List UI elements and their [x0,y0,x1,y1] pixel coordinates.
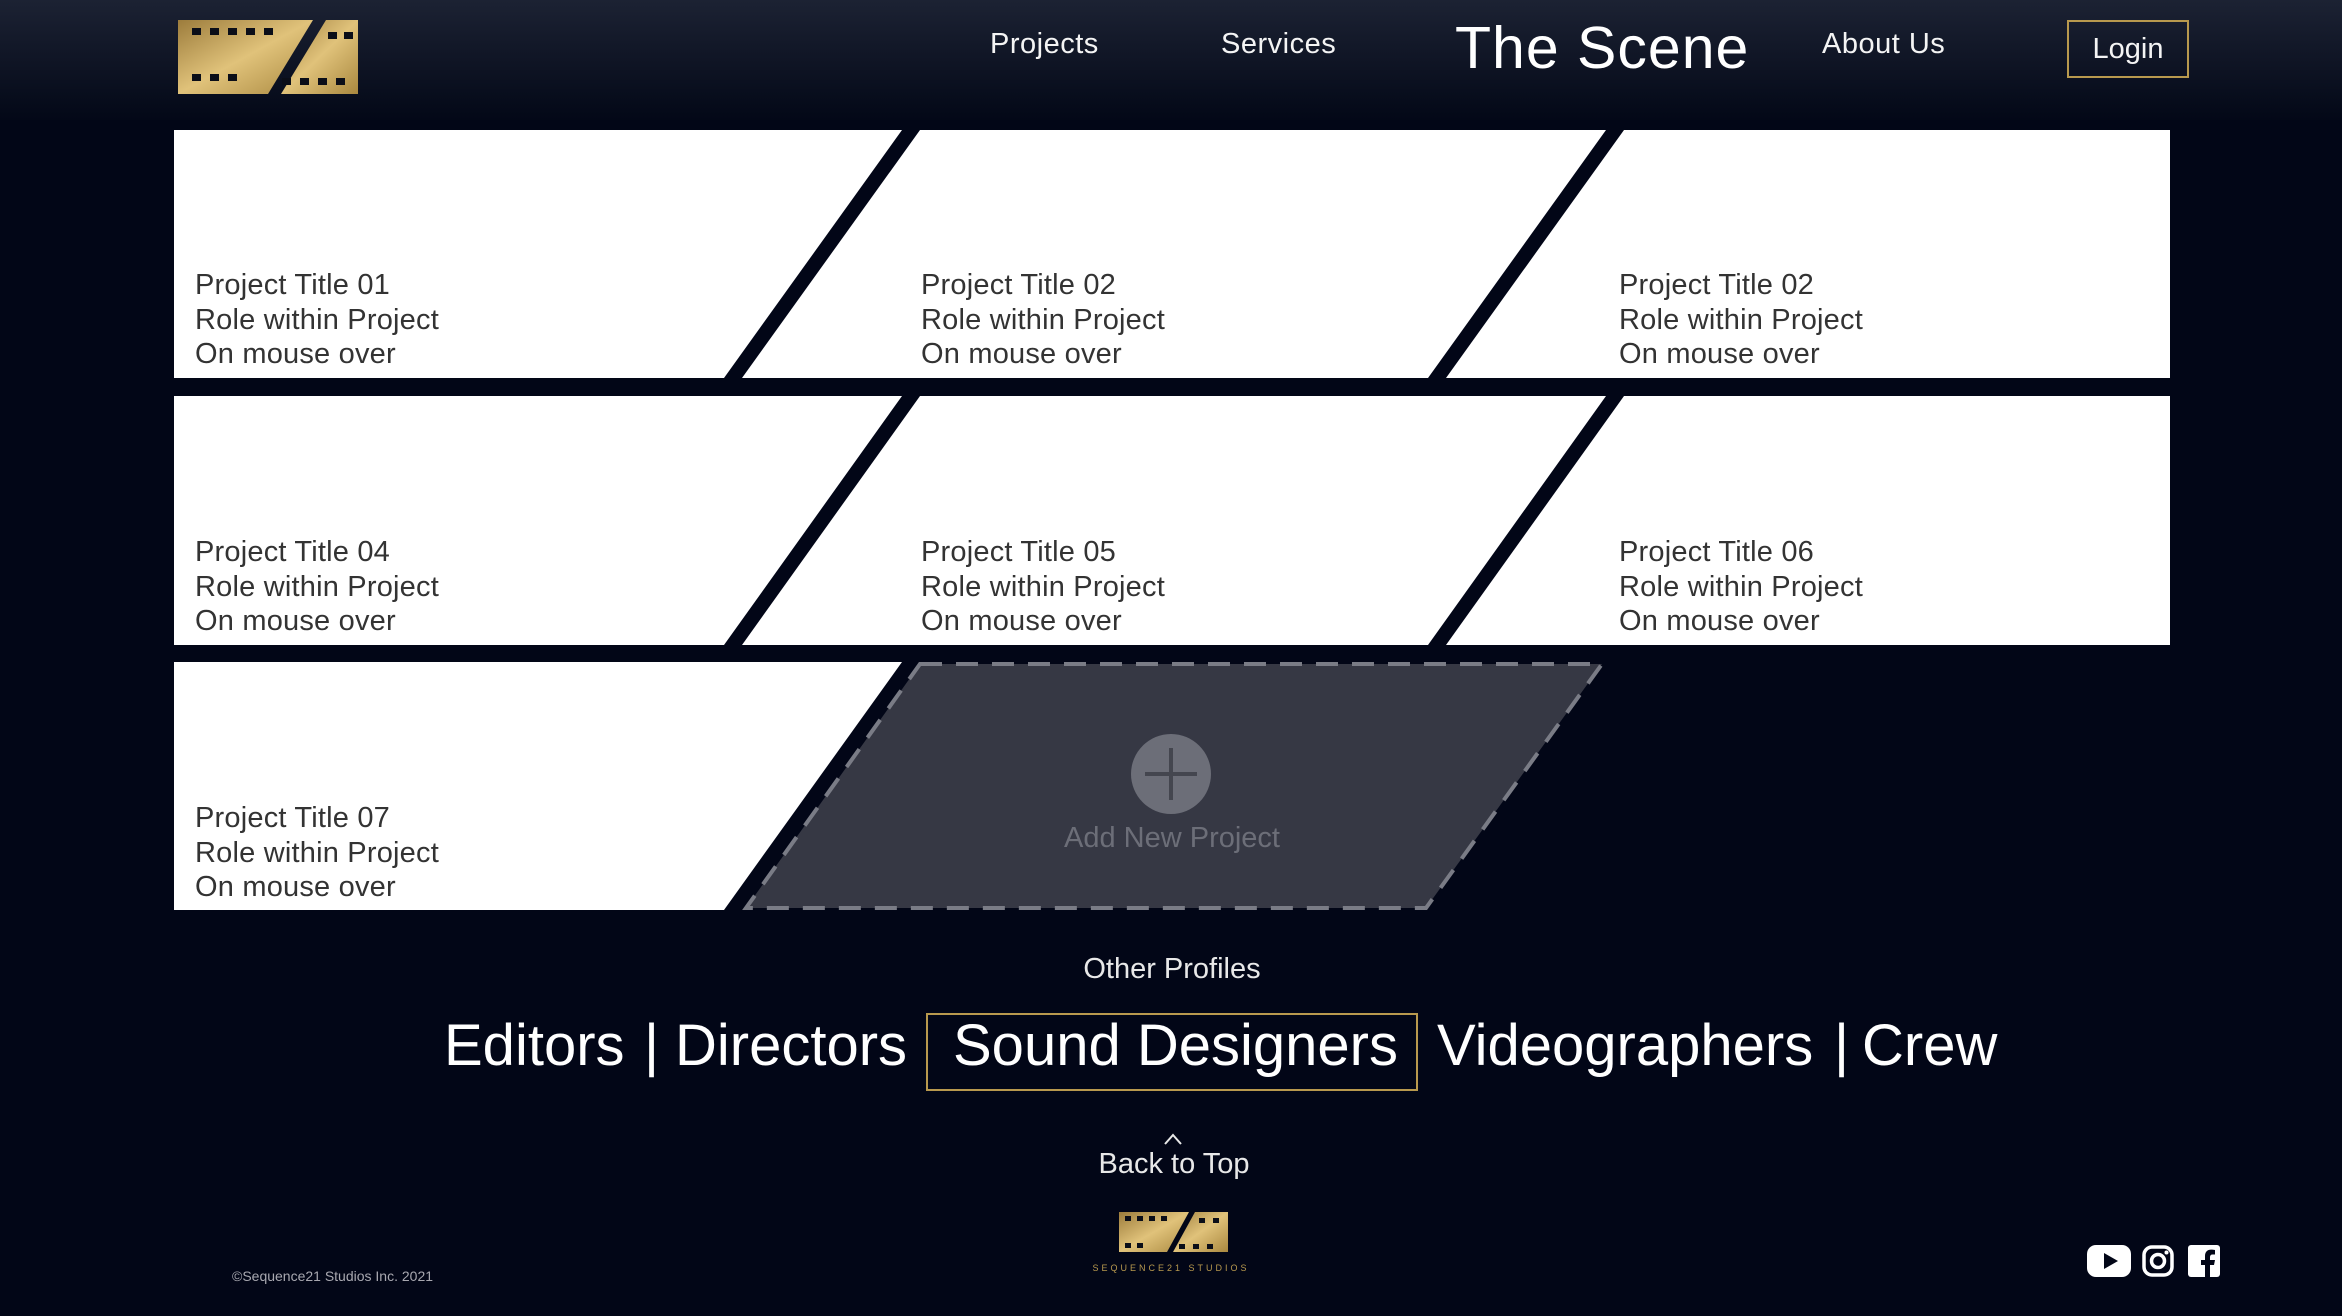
project-hover-text: On mouse over [1619,338,1820,370]
copyright-text: ©Sequence21 Studios Inc. 2021 [232,1268,434,1284]
project-title: Project Title 04 [195,536,391,568]
project-hover-text: On mouse over [195,605,396,637]
project-grid [174,130,2170,910]
project-hover-text: On mouse over [921,605,1122,637]
profile-sound-designers[interactable]: Sound Designers [953,1012,1398,1079]
project-title: Project Title 05 [921,536,1117,568]
project-role: Role within Project [195,303,439,336]
project-card-text: Project Title 06 Role within Project On … [1619,535,1863,639]
add-new-project-label[interactable]: Add New Project [1062,822,1282,855]
profile-crew[interactable]: Crew [1862,1012,1997,1079]
project-title: Project Title 01 [195,269,391,301]
plus-icon[interactable] [1131,734,1211,814]
facebook-icon[interactable] [2188,1245,2220,1277]
project-role: Role within Project [921,303,1165,336]
project-role: Role within Project [195,570,439,603]
project-title: Project Title 02 [1619,269,1815,301]
project-hover-text: On mouse over [195,871,396,903]
project-hover-text: On mouse over [195,338,396,370]
project-card-text: Project Title 04 Role within Project On … [195,535,439,639]
project-hover-text: On mouse over [1619,605,1820,637]
project-title: Project Title 02 [921,269,1117,301]
profile-directors[interactable]: Directors [675,1012,907,1079]
footer-logo: SEQUENCE21 STUDIOS [1092,1212,1249,1273]
project-card-text: Project Title 01 Role within Project On … [195,268,439,372]
project-role: Role within Project [921,570,1165,603]
project-card-text: Project Title 05 Role within Project On … [921,535,1165,639]
instagram-icon[interactable] [2142,1245,2174,1277]
other-profiles-title: Other Profiles [1083,953,1261,985]
project-card-text: Project Title 07 Role within Project On … [195,801,439,905]
footer-logo-text: SEQUENCE21 STUDIOS [1092,1263,1249,1273]
profile-editors[interactable]: Editors [444,1012,625,1079]
project-hover-text: On mouse over [921,338,1122,370]
chevron-up-icon[interactable] [1163,1132,1183,1146]
youtube-icon[interactable] [2087,1245,2131,1277]
project-role: Role within Project [1619,303,1863,336]
project-title: Project Title 07 [195,802,391,834]
profile-videographers[interactable]: Videographers [1437,1012,1813,1079]
project-role: Role within Project [195,836,439,869]
project-title: Project Title 06 [1619,536,1815,568]
project-role: Role within Project [1619,570,1863,603]
profile-separator: | [644,1013,660,1078]
project-card-text: Project Title 02 Role within Project On … [921,268,1165,372]
project-card-text: Project Title 02 Role within Project On … [1619,268,1863,372]
back-to-top-link[interactable]: Back to Top [1074,1148,1274,1181]
profile-separator: | [1834,1013,1850,1078]
